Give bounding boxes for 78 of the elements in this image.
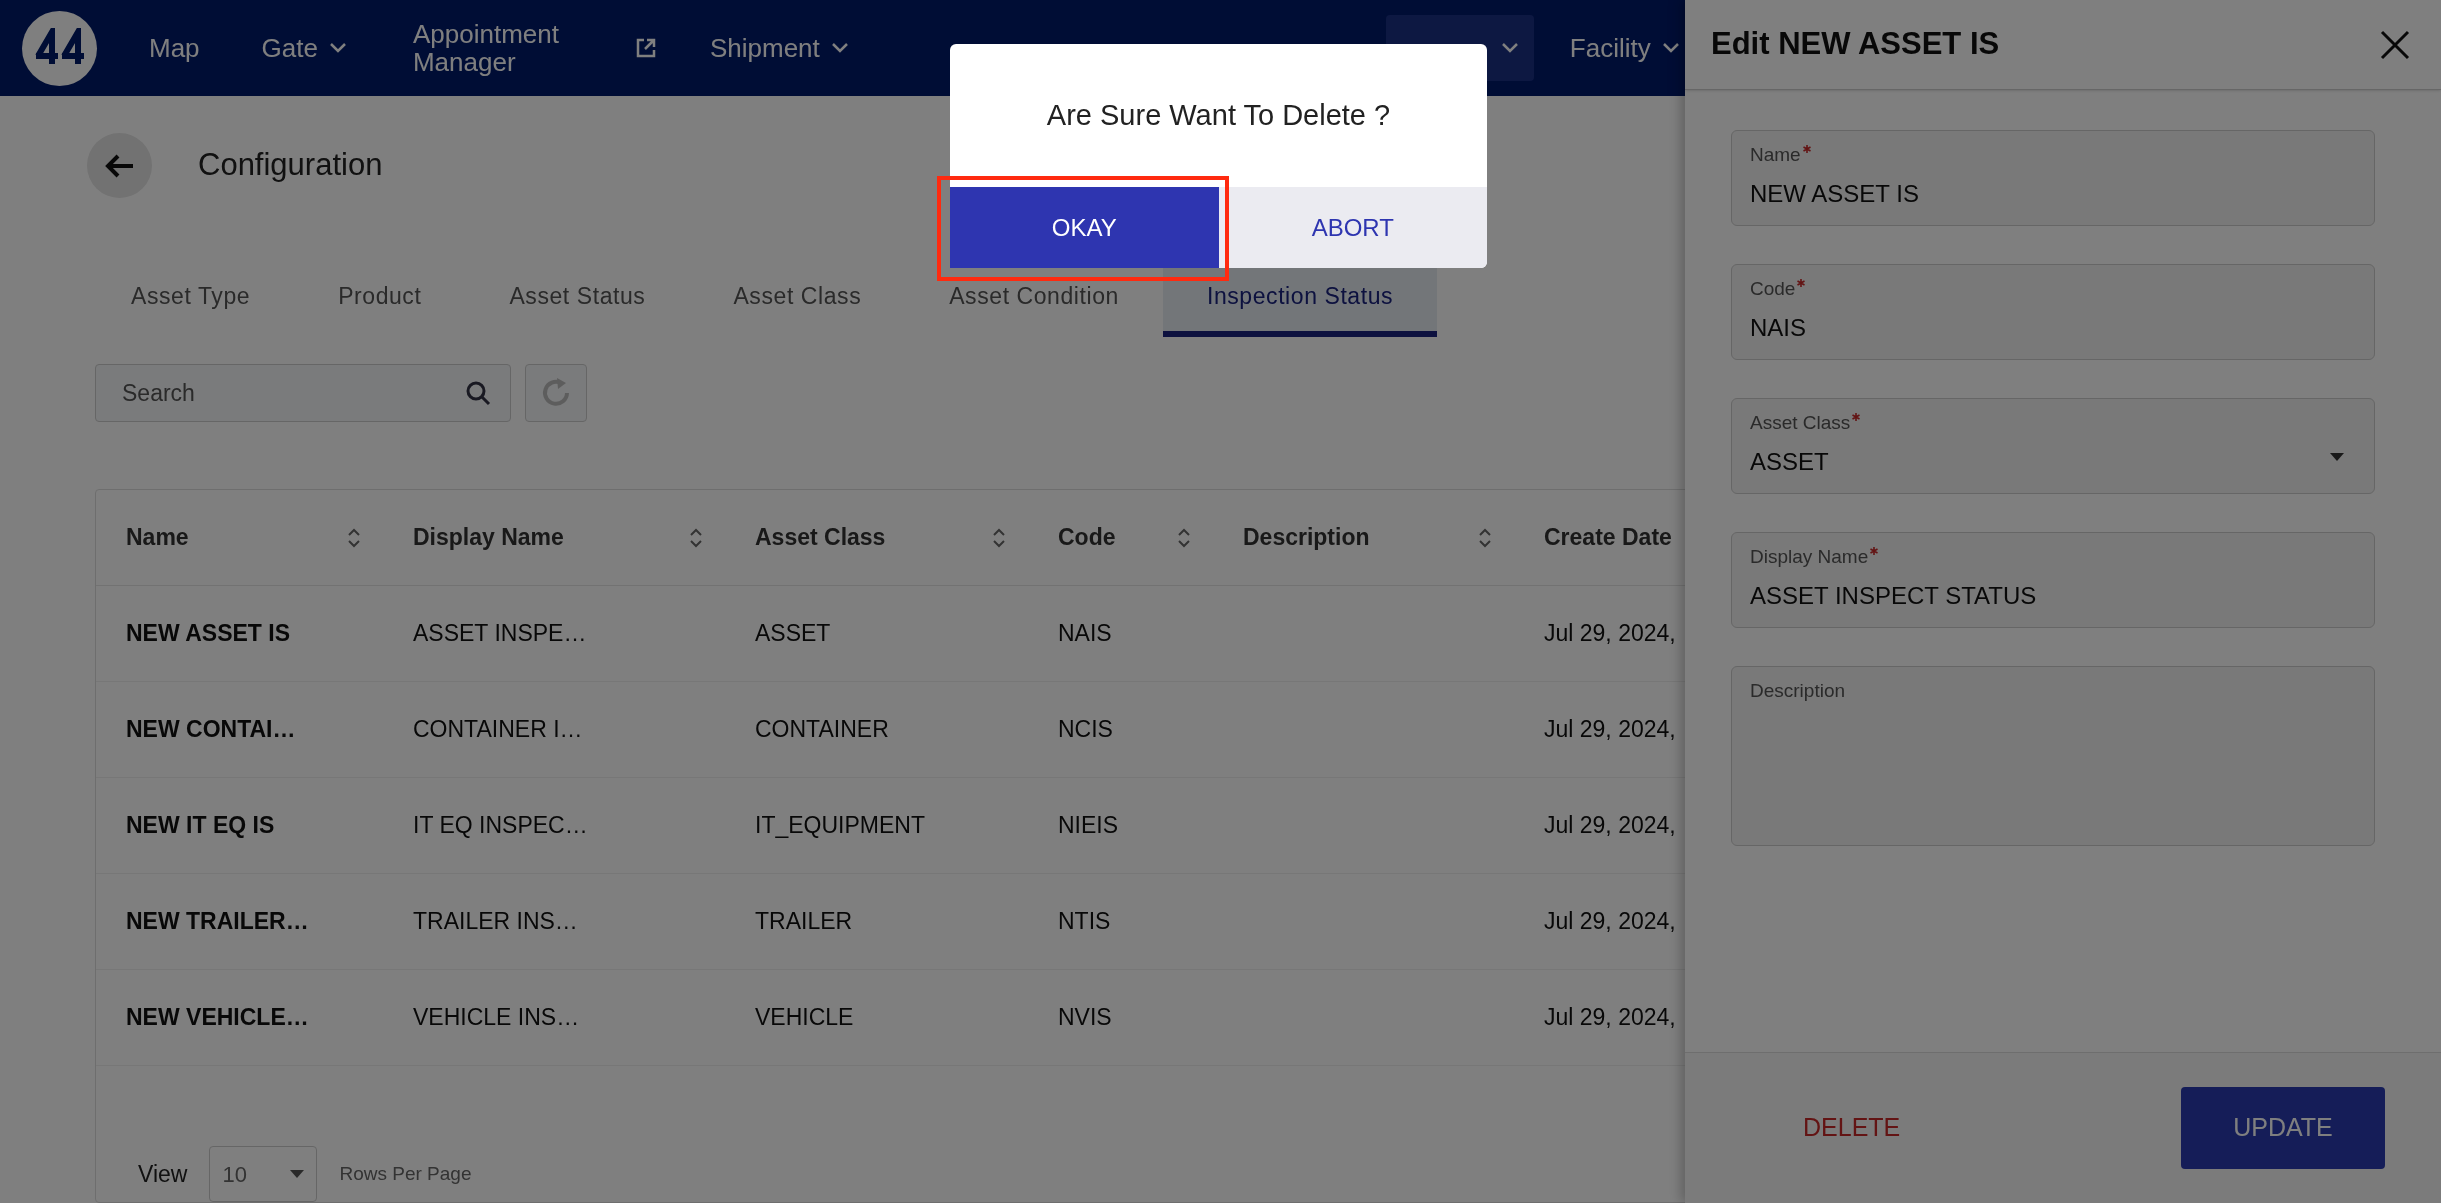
table-cell: Jul 29, 2024,: [1544, 620, 1676, 647]
field-label: Code: [1750, 277, 1796, 301]
table-cell: NAIS: [1058, 620, 1112, 647]
table-cell: TRAILER INS…: [413, 908, 578, 935]
table-cell: Jul 29, 2024,: [1544, 812, 1676, 839]
view-label: View: [138, 1159, 188, 1189]
sort-icon[interactable]: [992, 526, 1006, 549]
panel-title: Edit NEW ASSET IS: [1711, 25, 2000, 64]
field-value: NEW ASSET IS: [1750, 178, 1919, 209]
table-cell: NTIS: [1058, 908, 1111, 935]
nav-item[interactable]: Appointment Manager: [396, 15, 673, 81]
table-cell: VEHICLE: [755, 1004, 854, 1031]
input-field[interactable]: Code NAIS: [1731, 264, 2375, 360]
nav-item[interactable]: Shipment: [693, 15, 864, 81]
table-cell: IT EQ INSPEC…: [413, 812, 588, 839]
table-cell: NEW IT EQ IS: [126, 812, 275, 839]
external-link-icon: [634, 37, 657, 59]
back-arrow-icon: [104, 152, 135, 179]
okay-button[interactable]: OKAY: [950, 187, 1219, 268]
tab[interactable]: Asset Class: [689, 261, 906, 337]
column-header[interactable]: Display Name: [413, 520, 564, 555]
column-header[interactable]: Name: [126, 520, 189, 555]
field-value: ASSET INSPECT STATUS: [1750, 580, 2037, 611]
table-cell: Jul 29, 2024,: [1544, 1004, 1676, 1031]
caret-icon: [329, 43, 346, 53]
close-icon: [2380, 29, 2410, 60]
table-cell: NVIS: [1058, 1004, 1112, 1031]
input-field[interactable]: Description: [1731, 666, 2375, 846]
update-button[interactable]: UPDATE: [2181, 1087, 2385, 1169]
select-field[interactable]: Asset Class ASSET: [1731, 398, 2375, 494]
caret-icon: [1501, 43, 1518, 53]
column-header[interactable]: Create Date: [1544, 520, 1672, 555]
input-field[interactable]: Display Name ASSET INSPECT STATUS: [1731, 532, 2375, 628]
caret-icon: [831, 43, 848, 53]
sort-icon[interactable]: [347, 526, 361, 549]
tab[interactable]: Asset Status: [465, 261, 690, 337]
table-cell: ASSET INSPE…: [413, 620, 587, 647]
field-value: NAIS: [1750, 312, 1806, 343]
dropdown-caret-icon: [2330, 453, 2344, 461]
caret-icon: [1662, 43, 1679, 53]
table-cell: IT_EQUIPMENT: [755, 812, 925, 839]
page-title: Configuration: [198, 146, 383, 185]
table-cell: NCIS: [1058, 716, 1113, 743]
sort-icon[interactable]: [1177, 526, 1191, 549]
sort-icon[interactable]: [1478, 526, 1492, 549]
tab[interactable]: Product: [294, 261, 466, 337]
nav-item[interactable]: Gate: [245, 15, 362, 81]
tab[interactable]: Asset Type: [87, 261, 295, 337]
input-field[interactable]: Name NEW ASSET IS: [1731, 130, 2375, 226]
table-cell: NEW CONTAI…: [126, 716, 296, 743]
column-header[interactable]: Description: [1243, 520, 1370, 555]
table-cell: VEHICLE INS…: [413, 1004, 580, 1031]
table-cell: CONTAINER I…: [413, 716, 583, 743]
table-cell: Jul 29, 2024,: [1544, 908, 1676, 935]
delete-button[interactable]: DELETE: [1795, 1101, 1909, 1155]
table-cell: Jul 29, 2024,: [1544, 716, 1676, 743]
field-value: ASSET: [1750, 446, 1829, 477]
field-label: Display Name: [1750, 545, 1869, 569]
sort-icon[interactable]: [689, 526, 703, 549]
dialog-message: Are Sure Want To Delete ?: [1046, 97, 1391, 133]
table-cell: NEW TRAILER…: [126, 908, 309, 935]
field-label: Description: [1750, 679, 1846, 703]
field-label: Asset Class: [1750, 411, 1851, 435]
field-label: Name: [1750, 143, 1801, 167]
dropdown-caret-icon: [290, 1170, 305, 1178]
table-cell: NEW ASSET IS: [126, 620, 290, 647]
table-cell: NIEIS: [1058, 812, 1119, 839]
column-header[interactable]: Code: [1058, 520, 1116, 555]
table-cell: TRAILER: [755, 908, 853, 935]
table-cell: ASSET: [755, 620, 831, 647]
search-icon: [465, 380, 491, 406]
table-cell: CONTAINER: [755, 716, 889, 743]
column-header[interactable]: Asset Class: [755, 520, 886, 555]
table-cell: NEW VEHICLE…: [126, 1004, 309, 1031]
nav-item[interactable]: Map: [133, 15, 216, 81]
rows-per-page-select[interactable]: 10: [209, 1146, 318, 1202]
rows-per-page-label: Rows Per Page: [339, 1161, 472, 1186]
search-field[interactable]: Search: [95, 364, 511, 422]
